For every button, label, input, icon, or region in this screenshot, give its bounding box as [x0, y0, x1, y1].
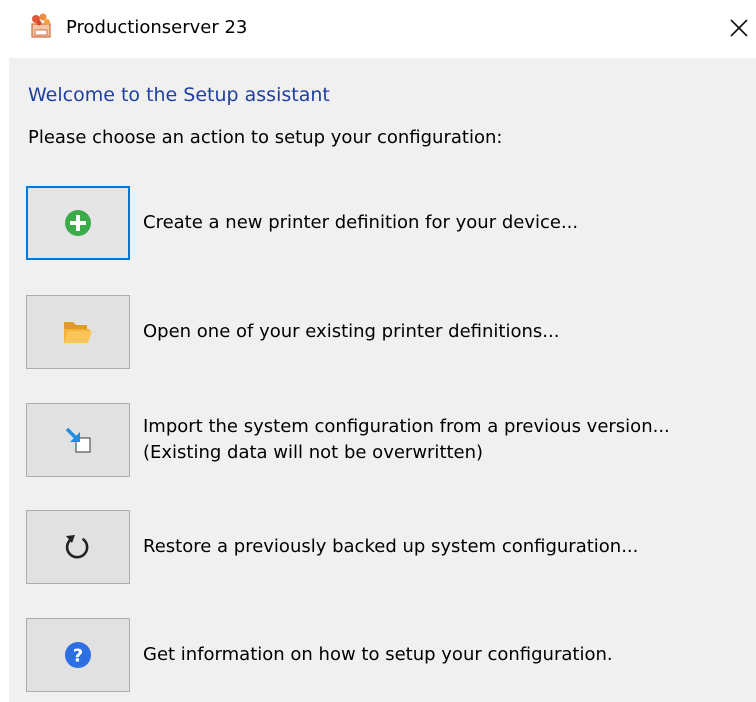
- title-bar[interactable]: Productionserver 23: [0, 0, 756, 58]
- close-icon[interactable]: [722, 8, 756, 48]
- import-system-configuration-note: (Existing data will not be overwritten): [143, 442, 484, 463]
- open-printer-definition-button[interactable]: [26, 295, 130, 369]
- folder-open-icon: [64, 322, 92, 343]
- create-printer-definition-text: Create a new printer definition for your…: [143, 212, 579, 233]
- instruction-text: Please choose an action to setup your co…: [28, 127, 503, 148]
- window-title: Productionserver 23: [66, 17, 248, 38]
- import-system-configuration-label[interactable]: Import the system configuration from a p…: [143, 403, 670, 477]
- action-get-setup-information: ? Get information on how to setup your c…: [26, 618, 746, 694]
- action-import-system-configuration: Import the system configuration from a p…: [26, 403, 746, 479]
- create-printer-definition-button[interactable]: [26, 186, 130, 260]
- plus-circle-icon: [65, 210, 91, 236]
- action-create-printer-definition: Create a new printer definition for your…: [26, 186, 746, 262]
- restore-system-configuration-label[interactable]: Restore a previously backed up system co…: [143, 510, 638, 584]
- restore-system-configuration-text: Restore a previously backed up system co…: [143, 536, 639, 557]
- get-setup-information-button[interactable]: ?: [26, 618, 130, 692]
- import-arrow-icon: [65, 427, 91, 453]
- get-setup-information-text: Get information on how to setup your con…: [143, 644, 613, 665]
- productionserver-app-icon: [31, 13, 51, 38]
- get-setup-information-label[interactable]: Get information on how to setup your con…: [143, 618, 613, 692]
- create-printer-definition-label[interactable]: Create a new printer definition for your…: [143, 186, 578, 260]
- help-question-icon: ?: [65, 642, 91, 668]
- import-system-configuration-text: Import the system configuration from a p…: [143, 416, 670, 437]
- restore-system-configuration-button[interactable]: [26, 510, 130, 584]
- restore-refresh-icon: [65, 535, 89, 559]
- svg-text:?: ?: [73, 646, 83, 667]
- welcome-heading: Welcome to the Setup assistant: [28, 84, 330, 106]
- action-open-printer-definition: Open one of your existing printer defini…: [26, 295, 746, 371]
- setup-assistant-panel: Welcome to the Setup assistant Please ch…: [9, 58, 756, 702]
- action-restore-system-configuration: Restore a previously backed up system co…: [26, 510, 746, 586]
- import-system-configuration-button[interactable]: [26, 403, 130, 477]
- open-printer-definition-label[interactable]: Open one of your existing printer defini…: [143, 295, 559, 369]
- setup-assistant-window: Productionserver 23 Welcome to the Setup…: [0, 0, 756, 702]
- open-printer-definition-text: Open one of your existing printer defini…: [143, 321, 560, 342]
